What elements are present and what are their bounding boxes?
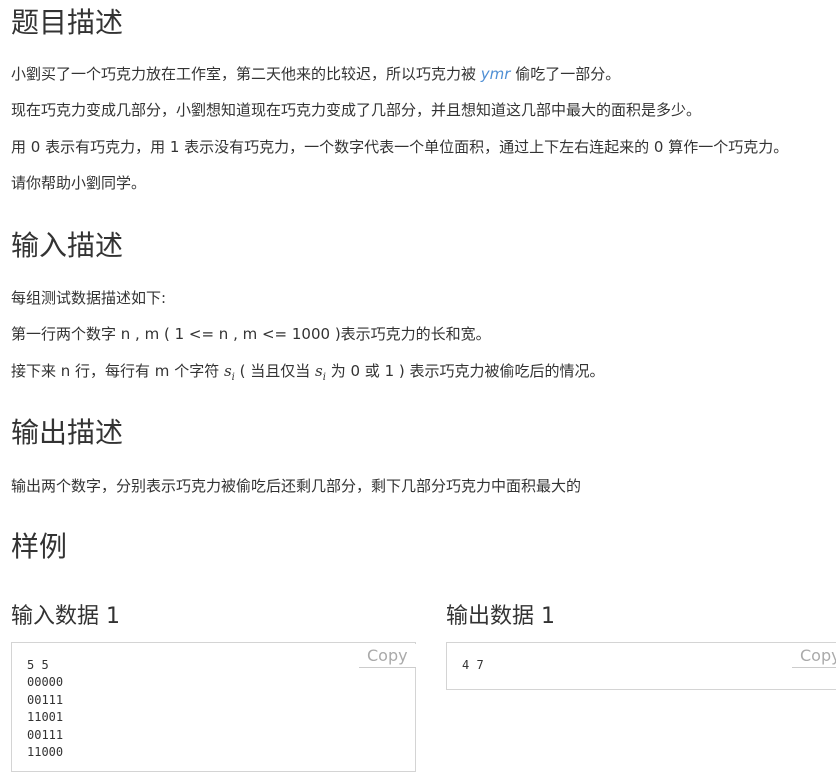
sample-input-content: 5 5 00000 00111 11001 00111 11000 [27,658,64,760]
output-paragraph-1: 输出两个数字，分别表示巧克力被偷吃后还剩几部分，剩下几部分巧克力中面积最大的 [11,477,582,495]
math-variable: si [315,362,326,383]
description-paragraph-3: 用 0 表示有巧克力，用 1 表示没有巧克力，一个数字代表一个单位面积，通过上下… [11,138,789,156]
input-text: 为 0 或 1 ) 表示巧克力被偷吃后的情况。 [325,362,605,380]
copy-input-button[interactable]: Copy [359,644,416,668]
output-description-heading: 输出描述 [11,416,124,449]
sample-output-title: 输出数据 1 [446,604,555,629]
description-paragraph-4: 请你帮助小劉同学。 [11,174,147,192]
description-heading: 题目描述 [11,6,124,39]
sample-output-content: 4 7 [462,658,484,672]
math-variable: si [223,362,235,383]
input-description-heading: 输入描述 [11,229,124,262]
ymr-name: ymr [480,65,511,83]
description-paragraph-2: 现在巧克力变成几部分，小劉想知道现在巧克力变成了几部分，并且想知道这几部中最大的… [11,101,702,119]
input-paragraph-2: 第一行两个数字 n , m ( 1 <= n , m <= 1000 )表示巧克… [11,325,491,343]
copy-output-button[interactable]: Copy [792,644,836,668]
sample-input-title: 输入数据 1 [11,604,120,629]
input-text: 接下来 n 行，每行有 m 个字符 [11,362,224,380]
samples-heading: 样例 [11,530,68,563]
sample-input-box: 5 5 00000 00111 11001 00111 11000 Copy [11,642,416,772]
description-paragraph-1: 小劉买了一个巧克力放在工作室，第二天他来的比较迟，所以巧克力被 ymr 偷吃了一… [11,64,620,85]
sample-output-box: 4 7 Copy [446,642,836,690]
input-paragraph-3: 接下来 n 行，每行有 m 个字符 si ( 当且仅当 si 为 0 或 1 )… [11,361,605,388]
description-text: 小劉买了一个巧克力放在工作室，第二天他来的比较迟，所以巧克力被 [11,65,481,83]
input-paragraph-1: 每组测试数据描述如下: [11,289,167,307]
description-text: 偷吃了一部分。 [510,65,621,83]
input-text: ( 当且仅当 [234,362,316,380]
